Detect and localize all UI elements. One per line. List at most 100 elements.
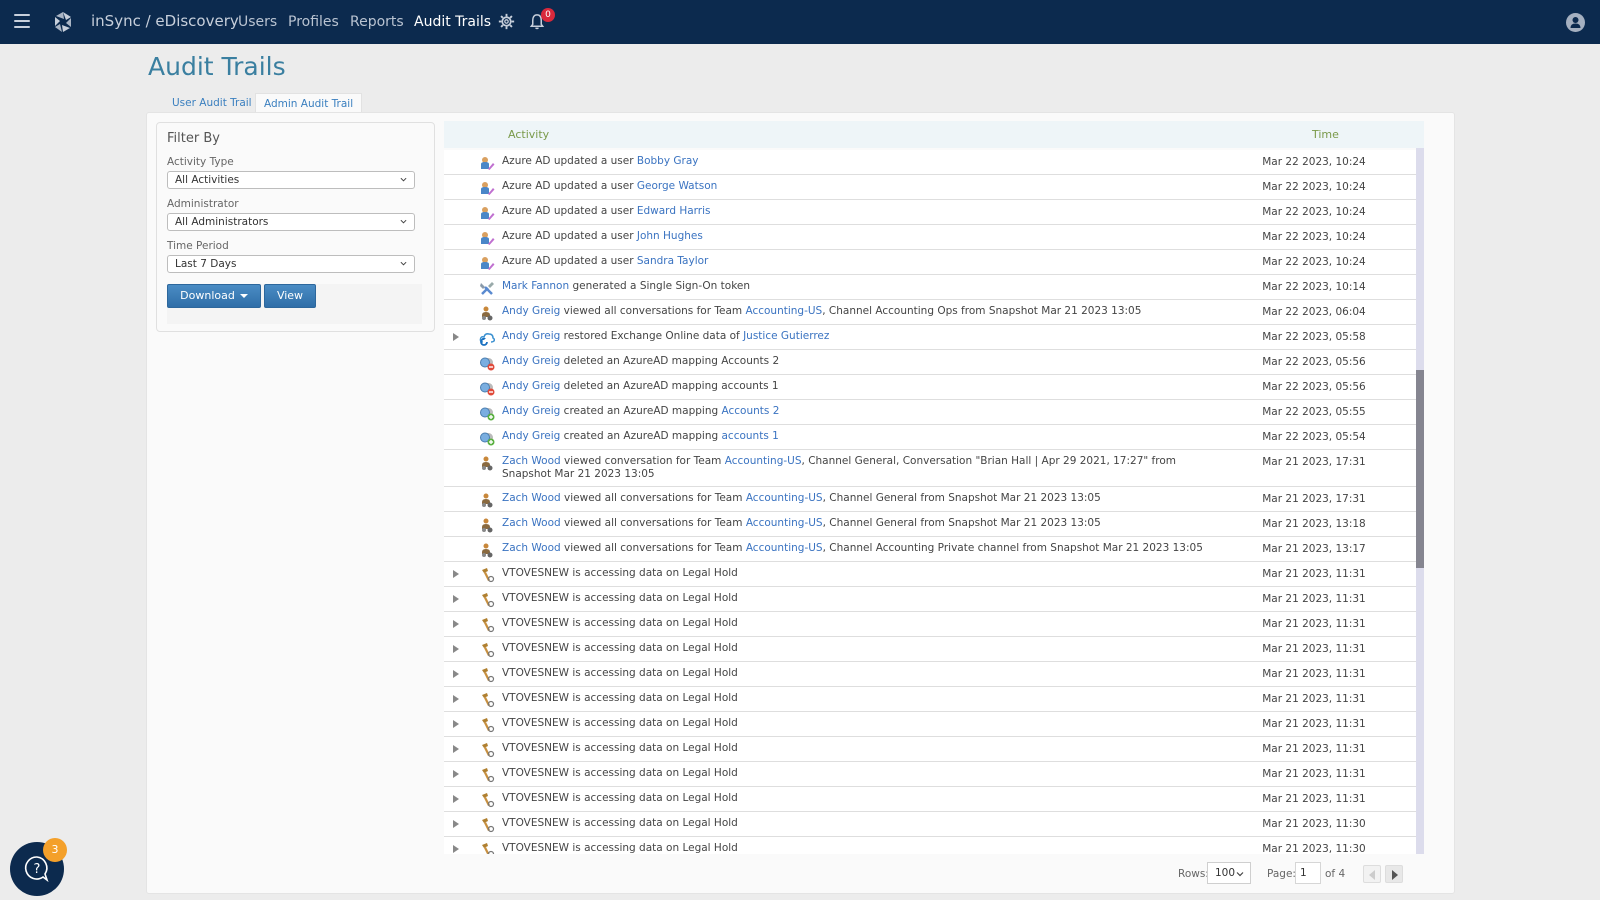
table-row[interactable]: VTOVESNEW is accessing data on Legal Hol…	[444, 812, 1416, 837]
table-row[interactable]: Zach Wood viewed conversation for Team A…	[444, 450, 1416, 487]
expand-arrow-icon[interactable]	[453, 333, 459, 341]
activity-time: Mar 21 2023, 11:31	[1262, 643, 1366, 655]
activity-link[interactable]: Accounting-US	[746, 492, 823, 504]
column-header-activity[interactable]: Activity	[508, 128, 549, 141]
download-button[interactable]: Download	[167, 284, 261, 308]
activity-link[interactable]: Accounting-US	[746, 542, 823, 554]
table-row[interactable]: Azure AD updated a user Sandra Taylor Mar…	[444, 250, 1416, 275]
table-row[interactable]: VTOVESNEW is accessing data on Legal Hol…	[444, 787, 1416, 812]
page-number-input[interactable]: 1	[1295, 862, 1321, 884]
view-button[interactable]: View	[264, 284, 316, 308]
table-row[interactable]: VTOVESNEW is accessing data on Legal Hol…	[444, 687, 1416, 712]
activity-link[interactable]: Accounting-US	[725, 455, 802, 467]
table-row[interactable]: VTOVESNEW is accessing data on Legal Hol…	[444, 562, 1416, 587]
column-header-time[interactable]: Time	[1312, 128, 1339, 141]
table-row[interactable]: Andy Greig deleted an AzureAD mapping ac…	[444, 375, 1416, 400]
activity-link[interactable]: John Hughes	[637, 230, 703, 242]
activity-link[interactable]: Zach Wood	[502, 455, 561, 467]
expand-arrow-icon[interactable]	[453, 820, 459, 828]
table-row[interactable]: VTOVESNEW is accessing data on Legal Hol…	[444, 637, 1416, 662]
activity-link[interactable]: accounts 1	[722, 430, 779, 442]
expand-arrow-icon[interactable]	[453, 845, 459, 853]
expand-arrow-icon[interactable]	[453, 745, 459, 753]
table-row[interactable]: Andy Greig restored Exchange Online data…	[444, 325, 1416, 350]
activity-link[interactable]: Accounting-US	[746, 517, 823, 529]
nav-item-audit-trails[interactable]: Audit Trails	[414, 14, 491, 30]
nav-item-users[interactable]: Users	[238, 14, 277, 30]
activity-link[interactable]: Edward Harris	[637, 205, 711, 217]
activity-text-segment: viewed all conversations for Team	[560, 492, 746, 504]
table-row[interactable]: VTOVESNEW is accessing data on Legal Hol…	[444, 712, 1416, 737]
activity-link[interactable]: Mark Fannon	[502, 280, 569, 292]
expand-arrow-icon[interactable]	[453, 645, 459, 653]
next-page-button[interactable]	[1385, 865, 1403, 883]
expand-arrow-icon[interactable]	[453, 620, 459, 628]
expand-arrow-icon[interactable]	[453, 570, 459, 578]
mapping-add-icon	[479, 430, 495, 446]
time-period-select[interactable]: Last 7 Days	[167, 255, 415, 273]
table-row[interactable]: Azure AD updated a user Bobby Gray Mar 22…	[444, 150, 1416, 175]
table-row[interactable]: VTOVESNEW is accessing data on Legal Hol…	[444, 837, 1416, 854]
activity-link[interactable]: Andy Greig	[502, 355, 560, 367]
activity-text: Zach Wood viewed all conversations for T…	[502, 537, 1222, 560]
table-row[interactable]: Mark Fannon generated a Single Sign-On t…	[444, 275, 1416, 300]
activity-link[interactable]: Zach Wood	[502, 542, 561, 554]
activity-link[interactable]: Andy Greig	[502, 305, 560, 317]
nav-item-profiles[interactable]: Profiles	[288, 14, 339, 30]
table-row[interactable]: Zach Wood viewed all conversations for T…	[444, 537, 1416, 562]
gear-icon[interactable]	[498, 13, 515, 30]
expand-arrow-icon[interactable]	[453, 695, 459, 703]
table-row[interactable]: Zach Wood viewed all conversations for T…	[444, 487, 1416, 512]
nav-item-reports[interactable]: Reports	[350, 14, 404, 30]
table-row[interactable]: Azure AD updated a user John Hughes Mar 2…	[444, 225, 1416, 250]
table-row[interactable]: Andy Greig created an AzureAD mapping ac…	[444, 425, 1416, 450]
scrollbar-thumb[interactable]	[1416, 370, 1424, 568]
user-edit-icon	[479, 205, 495, 221]
logo-icon[interactable]	[51, 10, 75, 34]
tab-admin-audit-trail[interactable]: Admin Audit Trail	[255, 93, 363, 113]
rows-per-page-select[interactable]: 100	[1207, 862, 1251, 884]
activity-link[interactable]: Sandra Taylor	[637, 255, 709, 267]
activity-text-segment: created an AzureAD mapping	[560, 430, 722, 442]
expand-arrow-icon[interactable]	[453, 670, 459, 678]
activity-link[interactable]: George Watson	[637, 180, 717, 192]
activity-text-segment: VTOVESNEW is accessing data on Legal Hol…	[502, 567, 738, 579]
activity-link[interactable]: Bobby Gray	[637, 155, 699, 167]
activity-link[interactable]: Andy Greig	[502, 380, 560, 392]
activity-text: VTOVESNEW is accessing data on Legal Hol…	[502, 737, 1222, 760]
activity-link[interactable]: Justice Gutierrez	[743, 330, 829, 342]
activity-link[interactable]: Andy Greig	[502, 430, 560, 442]
activity-link[interactable]: Andy Greig	[502, 330, 560, 342]
activity-link[interactable]: Accounts 2	[722, 405, 780, 417]
activity-text: Andy Greig restored Exchange Online data…	[502, 325, 1222, 348]
expand-arrow-icon[interactable]	[453, 720, 459, 728]
table-row[interactable]: VTOVESNEW is accessing data on Legal Hol…	[444, 612, 1416, 637]
expand-arrow-icon[interactable]	[453, 795, 459, 803]
tab-user-audit-trail[interactable]: User Audit Trail	[164, 93, 260, 113]
activity-link[interactable]: Accounting-US	[745, 305, 822, 317]
activity-time: Mar 22 2023, 10:24	[1262, 181, 1366, 193]
activity-link[interactable]: Andy Greig	[502, 405, 560, 417]
activity-link[interactable]: Zach Wood	[502, 517, 561, 529]
table-row[interactable]: Azure AD updated a user Edward Harris Mar…	[444, 200, 1416, 225]
expand-arrow-icon[interactable]	[453, 595, 459, 603]
activity-link[interactable]: Zach Wood	[502, 492, 561, 504]
menu-icon[interactable]	[14, 14, 30, 28]
table-row[interactable]: Andy Greig deleted an AzureAD mapping Ac…	[444, 350, 1416, 375]
user-avatar-icon[interactable]	[1566, 13, 1585, 32]
activity-text-segment: viewed all conversations for Team	[560, 305, 746, 317]
table-row[interactable]: VTOVESNEW is accessing data on Legal Hol…	[444, 737, 1416, 762]
table-row[interactable]: VTOVESNEW is accessing data on Legal Hol…	[444, 587, 1416, 612]
activity-type-select[interactable]: All Activities	[167, 171, 415, 189]
user-edit-icon	[479, 230, 495, 246]
table-row[interactable]: Azure AD updated a user George Watson Mar…	[444, 175, 1416, 200]
brand-title[interactable]: inSync / eDiscovery	[91, 12, 239, 30]
table-row[interactable]: Andy Greig created an AzureAD mapping Ac…	[444, 400, 1416, 425]
expand-arrow-icon[interactable]	[453, 770, 459, 778]
previous-page-button[interactable]	[1363, 865, 1381, 883]
table-row[interactable]: VTOVESNEW is accessing data on Legal Hol…	[444, 662, 1416, 687]
table-row[interactable]: VTOVESNEW is accessing data on Legal Hol…	[444, 762, 1416, 787]
table-row[interactable]: Zach Wood viewed all conversations for T…	[444, 512, 1416, 537]
table-row[interactable]: Andy Greig viewed all conversations for …	[444, 300, 1416, 325]
administrator-select[interactable]: All Administrators	[167, 213, 415, 231]
